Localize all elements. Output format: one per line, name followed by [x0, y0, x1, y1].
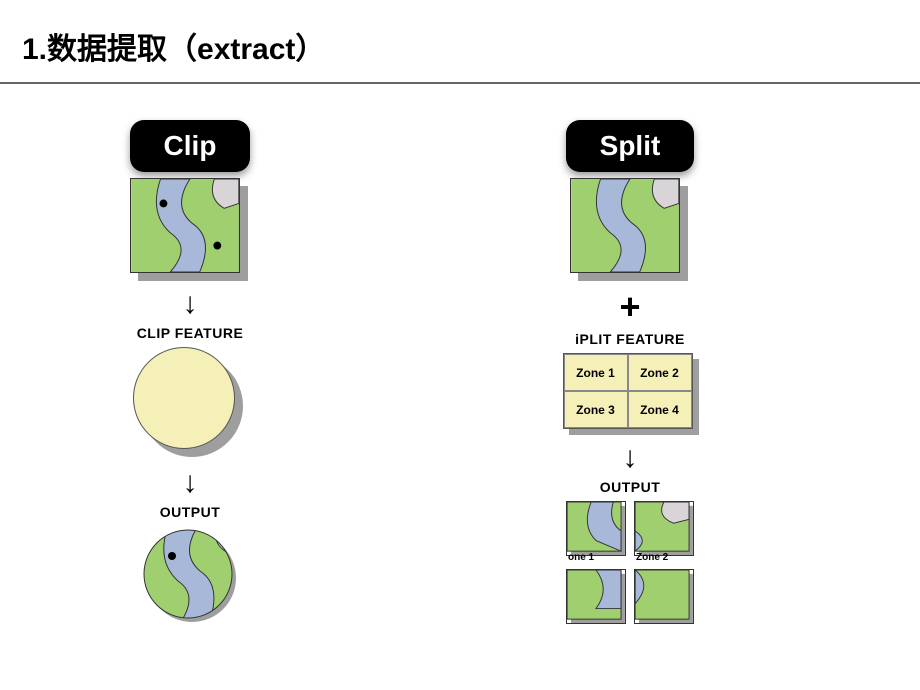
- split-output-grid: one 1 Zone 2: [566, 501, 694, 629]
- plus-icon: +: [619, 289, 640, 325]
- zone-cell: Zone 3: [564, 391, 628, 428]
- split-tile-label: Zone 2: [636, 552, 668, 563]
- clip-pill: Clip: [130, 120, 251, 172]
- clip-column: Clip ↓ CLIP FEATURE ↓ OUTPUT: [90, 120, 290, 626]
- map-icon: [570, 178, 680, 273]
- zone-cell: Zone 4: [628, 391, 692, 428]
- clip-output-icon: [140, 526, 240, 626]
- split-output-tile: Zone 2: [634, 501, 694, 561]
- clip-feature-label: CLIP FEATURE: [137, 325, 244, 341]
- clip-input-tile: [130, 178, 250, 283]
- split-output-tile: [634, 569, 694, 629]
- split-feature-grid: Zone 1 Zone 2 Zone 3 Zone 4: [563, 353, 698, 429]
- split-output-tile: one 1: [566, 501, 626, 561]
- clip-feature-circle: [133, 347, 248, 462]
- zone-cell: Zone 1: [564, 354, 628, 391]
- clip-output-label: OUTPUT: [160, 504, 221, 520]
- split-input-tile: [570, 178, 690, 283]
- map-icon: [130, 178, 240, 273]
- arrow-down-icon: ↓: [183, 468, 198, 498]
- page-title: 1.数据提取（extract）: [22, 24, 325, 68]
- split-output-label: OUTPUT: [600, 479, 661, 495]
- zone-cell: Zone 2: [628, 354, 692, 391]
- split-output-tile: [566, 569, 626, 629]
- split-pill: Split: [566, 120, 695, 172]
- clip-output-tile: [140, 526, 240, 626]
- split-column: Split + iPLIT FEATURE Zone 1 Zone 2 Zone…: [530, 120, 730, 629]
- title-underline: [0, 82, 920, 84]
- arrow-down-icon: ↓: [623, 443, 638, 473]
- split-feature-label: iPLIT FEATURE: [575, 331, 685, 347]
- arrow-down-icon: ↓: [183, 289, 198, 319]
- split-tile-label: one 1: [568, 552, 594, 563]
